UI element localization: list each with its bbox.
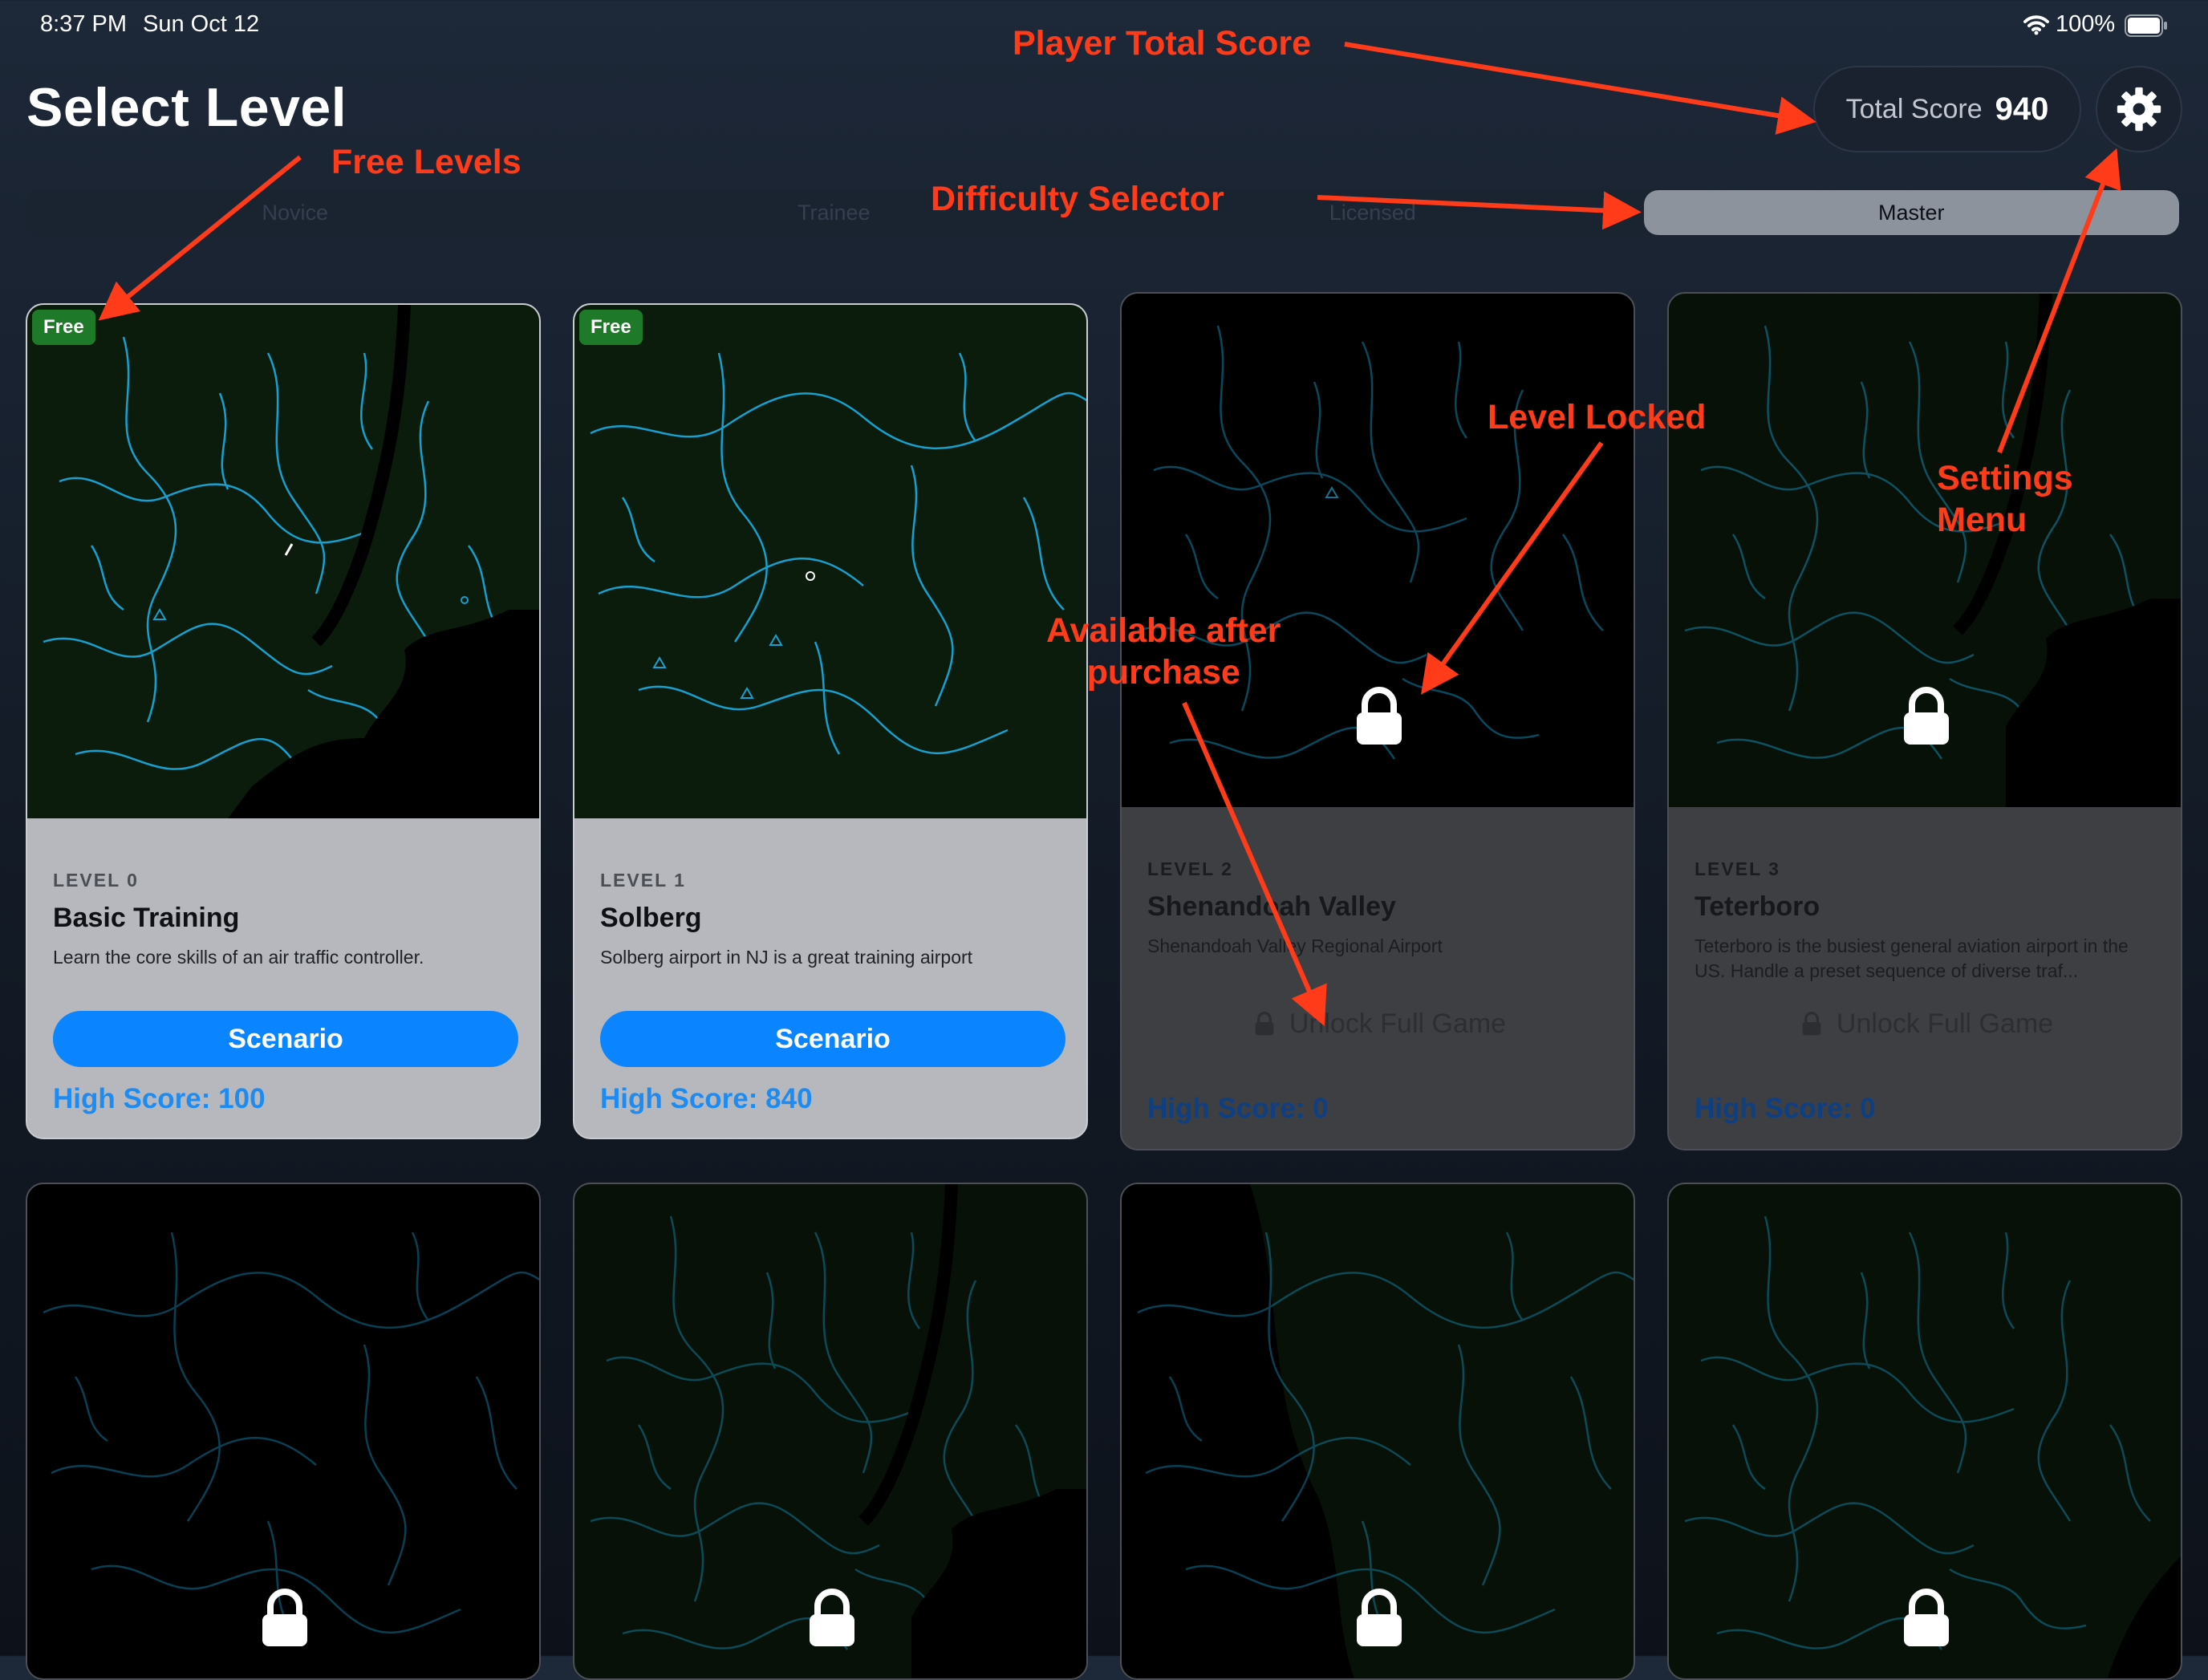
level-description: Teterboro is the busiest general aviatio… [1695, 935, 2129, 981]
annotation-settings-line2: Menu [1937, 501, 2027, 539]
lock-icon [1904, 687, 1949, 745]
annotation-difficulty-selector: Difficulty Selector [931, 180, 1224, 218]
high-score: High Score: 0 [1695, 1093, 1876, 1124]
level-card-5[interactable] [573, 1183, 1088, 1680]
annotation-settings-menu: Settings Menu [1937, 457, 2073, 541]
status-date: Sun Oct 12 [143, 11, 260, 37]
level-map-0 [27, 305, 539, 818]
annotation-player-total-score: Player Total Score [1013, 24, 1312, 63]
level-name: Solberg [600, 903, 702, 933]
level-card-7[interactable] [1667, 1183, 2182, 1680]
level-card-1[interactable]: Free LEVEL 1 Solberg Solberg airport in … [573, 303, 1088, 1139]
lock-icon [1357, 1589, 1402, 1646]
lock-icon [1904, 1589, 1949, 1646]
level-description: Solberg airport in NJ is a great trainin… [600, 947, 973, 968]
annotation-settings-line1: Settings [1937, 459, 2073, 497]
total-score-label: Total Score [1845, 93, 1983, 124]
annotation-available-line2: purchase [1086, 653, 1240, 692]
level-number: LEVEL 2 [1147, 858, 1233, 879]
lock-icon [810, 1589, 854, 1646]
annotation-free-levels: Free Levels [331, 143, 522, 181]
free-badge: Free [579, 310, 643, 345]
total-score-badge: Total Score 940 [1813, 66, 2081, 152]
high-score: High Score: 100 [53, 1083, 266, 1114]
lock-icon [1802, 1012, 1821, 1036]
annotation-level-locked: Level Locked [1488, 398, 1707, 436]
lock-icon [262, 1589, 307, 1646]
difficulty-novice[interactable]: Novice [27, 190, 563, 235]
difficulty-master[interactable]: Master [1643, 190, 2179, 235]
free-badge: Free [32, 310, 95, 345]
settings-button[interactable] [2096, 66, 2182, 152]
level-map-1 [574, 305, 1086, 818]
level-card-4[interactable] [26, 1183, 541, 1680]
unlock-label: Unlock Full Game [1289, 1008, 1507, 1039]
lock-icon [1255, 1012, 1274, 1036]
level-name: Shenandoah Valley [1147, 891, 1396, 922]
battery-icon [2125, 14, 2168, 37]
level-card-0[interactable]: Free LEVEL 0 Basic Training Learn the co… [26, 303, 541, 1139]
unlock-full-game-button[interactable]: Unlock Full Game [1695, 1000, 2160, 1048]
battery-percent: 100% [2056, 11, 2116, 37]
status-time: 8:37 PM [40, 11, 127, 37]
scenario-button[interactable]: Scenario [600, 1011, 1065, 1067]
scenario-button[interactable]: Scenario [53, 1011, 518, 1067]
unlock-full-game-button[interactable]: Unlock Full Game [1147, 1000, 1613, 1048]
high-score: High Score: 840 [600, 1083, 813, 1114]
level-description: Learn the core skills of an air traffic … [53, 947, 424, 968]
gear-icon [2117, 87, 2161, 132]
page-title: Select Level [26, 77, 347, 138]
level-number: LEVEL 0 [53, 870, 139, 891]
level-name: Teterboro [1695, 891, 1820, 922]
level-card-6[interactable] [1120, 1183, 1635, 1680]
level-card-3[interactable]: LEVEL 3 Teterboro Teterboro is the busie… [1667, 292, 2182, 1150]
level-number: LEVEL 3 [1695, 858, 1780, 879]
wifi-icon [2023, 14, 2049, 35]
lock-icon [1357, 687, 1402, 745]
annotation-available-line1: Available after [1046, 611, 1281, 650]
level-name: Basic Training [53, 903, 240, 933]
high-score: High Score: 0 [1147, 1093, 1329, 1124]
level-description: Shenandoah Valley Regional Airport [1147, 935, 1443, 956]
unlock-label: Unlock Full Game [1836, 1008, 2054, 1039]
annotation-available-after-purchase: Available after purchase [1046, 610, 1281, 693]
total-score-value: 940 [1995, 91, 2049, 127]
level-number: LEVEL 1 [600, 870, 686, 891]
